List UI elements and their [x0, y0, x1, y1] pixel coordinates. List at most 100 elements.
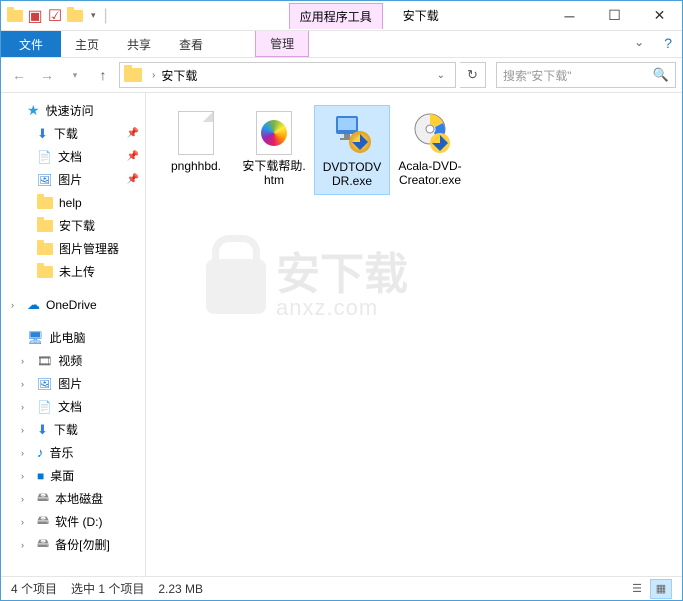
pictures-icon: 🖼	[37, 173, 52, 187]
sidebar-item-desktop[interactable]: ›■桌面	[1, 464, 145, 487]
window-title: 安下载	[403, 7, 439, 24]
folder-icon	[124, 68, 142, 82]
recent-dropdown-icon[interactable]: ▾	[63, 63, 87, 87]
download-icon: ⬇	[37, 126, 48, 142]
ribbon-tabs: 文件 主页 共享 查看 管理 ⌄ ?	[1, 31, 682, 57]
file-item[interactable]: pnghhbd.	[158, 105, 234, 195]
folder-icon[interactable]	[67, 8, 83, 24]
separator: |	[104, 7, 108, 25]
sidebar-item-pictures[interactable]: ›🖼图片	[1, 372, 145, 395]
minimize-button[interactable]: ─	[547, 1, 592, 30]
sidebar-item-documents[interactable]: ›📄文档	[1, 395, 145, 418]
sidebar-item-downloads[interactable]: ›⬇下载	[1, 418, 145, 441]
quick-access-toolbar: ▣ ☑ ▾ |	[1, 7, 114, 25]
sidebar-this-pc[interactable]: 🖥此电脑	[1, 326, 145, 349]
check-icon[interactable]: ☑	[47, 8, 63, 24]
properties-icon[interactable]: ▣	[27, 8, 43, 24]
sidebar-item-pictures[interactable]: 🖼图片📌	[1, 168, 145, 191]
sidebar-item-documents[interactable]: 📄文档📌	[1, 145, 145, 168]
pc-icon: 🖥	[27, 330, 44, 346]
sidebar-item-music[interactable]: ›♪音乐	[1, 441, 145, 464]
contextual-tab[interactable]: 应用程序工具	[289, 3, 383, 29]
sidebar-onedrive[interactable]: ›☁OneDrive	[1, 293, 145, 316]
htm-icon	[250, 109, 298, 157]
tab-share[interactable]: 共享	[113, 31, 165, 57]
details-view-button[interactable]: ☰	[626, 579, 648, 599]
navigation-pane: ★ 快速访问 ⬇下载📌 📄文档📌 🖼图片📌 help 安下载 图片管理器 未上传…	[1, 93, 146, 576]
sidebar-item-picmgr[interactable]: 图片管理器	[1, 237, 145, 260]
pin-icon: 📌	[127, 128, 139, 139]
watermark: 安下载 anxz.com	[206, 253, 408, 319]
folder-icon	[37, 243, 53, 255]
cloud-icon: ☁	[27, 297, 40, 313]
desktop-icon: ■	[37, 469, 44, 483]
breadcrumb[interactable]: › 安下载 ⌄	[119, 62, 456, 88]
tab-file[interactable]: 文件	[1, 31, 61, 57]
chevron-right-icon[interactable]: ›	[152, 70, 155, 81]
document-icon: 📄	[37, 150, 52, 164]
expand-ribbon-icon[interactable]: ⌄	[624, 31, 654, 57]
folder-icon	[37, 266, 53, 278]
lock-icon	[206, 259, 266, 314]
back-button[interactable]: ←	[7, 63, 31, 87]
drive-icon: 🖴	[37, 488, 49, 509]
star-icon: ★	[27, 102, 40, 119]
help-icon[interactable]: ?	[654, 31, 682, 57]
expand-icon[interactable]: ›	[11, 300, 21, 310]
forward-button: →	[35, 63, 59, 87]
sidebar-item-videos[interactable]: ›🎞视频	[1, 349, 145, 372]
video-icon: 🎞	[37, 354, 52, 368]
search-icon[interactable]: 🔍	[653, 67, 669, 83]
sidebar-item-help[interactable]: help	[1, 191, 145, 214]
main-area: ★ 快速访问 ⬇下载📌 📄文档📌 🖼图片📌 help 安下载 图片管理器 未上传…	[1, 93, 682, 576]
file-item[interactable]: Acala-DVD-Creator.exe	[392, 105, 468, 195]
address-bar: ← → ▾ ↑ › 安下载 ⌄ ↻ 搜索"安下载" 🔍	[1, 57, 682, 93]
file-name: DVDTODVDR.exe	[319, 160, 385, 188]
file-item[interactable]: DVDTODVDR.exe	[314, 105, 390, 195]
tab-home[interactable]: 主页	[61, 31, 113, 57]
pin-icon: 📌	[127, 174, 139, 185]
refresh-button[interactable]: ↻	[460, 62, 486, 88]
up-button[interactable]: ↑	[91, 63, 115, 87]
folder-icon[interactable]	[7, 8, 23, 24]
search-placeholder: 搜索"安下载"	[503, 67, 572, 84]
sidebar-item-drive-d[interactable]: ›🖴软件 (D:)	[1, 510, 145, 533]
status-selected: 选中 1 个项目	[71, 580, 144, 597]
tab-view[interactable]: 查看	[165, 31, 217, 57]
folder-icon	[37, 197, 53, 209]
exe-icon	[328, 110, 376, 158]
file-name: Acala-DVD-Creator.exe	[396, 159, 464, 187]
document-icon: 📄	[37, 400, 52, 414]
file-name: 安下载帮助.htm	[240, 159, 308, 187]
icons-view-button[interactable]: ▦	[650, 579, 672, 599]
download-icon: ⬇	[37, 422, 48, 438]
sidebar-item-anxz[interactable]: 安下载	[1, 214, 145, 237]
sidebar-item-localdisk[interactable]: ›🖴本地磁盘	[1, 487, 145, 510]
maximize-button[interactable]: ☐	[592, 1, 637, 30]
folder-icon	[37, 220, 53, 232]
pin-icon: 📌	[127, 151, 139, 162]
breadcrumb-item[interactable]: 安下载	[161, 67, 197, 84]
drive-icon: 🖴	[37, 534, 49, 555]
status-size: 2.23 MB	[158, 582, 203, 596]
exe-icon	[406, 109, 454, 157]
title-bar: ▣ ☑ ▾ | 应用程序工具 安下载 ─ ☐ ✕	[1, 1, 682, 31]
music-icon: ♪	[37, 445, 44, 460]
sidebar-item-downloads[interactable]: ⬇下载📌	[1, 122, 145, 145]
pictures-icon: 🖼	[37, 377, 52, 391]
breadcrumb-dropdown-icon[interactable]: ⌄	[431, 70, 451, 81]
sidebar-item-backup[interactable]: ›🖴备份[勿删]	[1, 533, 145, 556]
file-item[interactable]: 安下载帮助.htm	[236, 105, 312, 195]
close-button[interactable]: ✕	[637, 1, 682, 30]
file-icon	[172, 109, 220, 157]
qat-dropdown-icon[interactable]: ▾	[87, 10, 100, 21]
drive-icon: 🖴	[37, 511, 49, 532]
status-item-count: 4 个项目	[11, 580, 57, 597]
status-bar: 4 个项目 选中 1 个项目 2.23 MB ☰ ▦	[1, 576, 682, 600]
file-list[interactable]: pnghhbd. 安下载帮助.htm DVDTODVDR.exe Acala-D…	[146, 93, 682, 576]
tab-manage[interactable]: 管理	[255, 31, 309, 57]
file-name: pnghhbd.	[171, 159, 221, 173]
sidebar-item-unupload[interactable]: 未上传	[1, 260, 145, 283]
sidebar-quick-access[interactable]: ★ 快速访问	[1, 99, 145, 122]
search-input[interactable]: 搜索"安下载" 🔍	[496, 62, 676, 88]
